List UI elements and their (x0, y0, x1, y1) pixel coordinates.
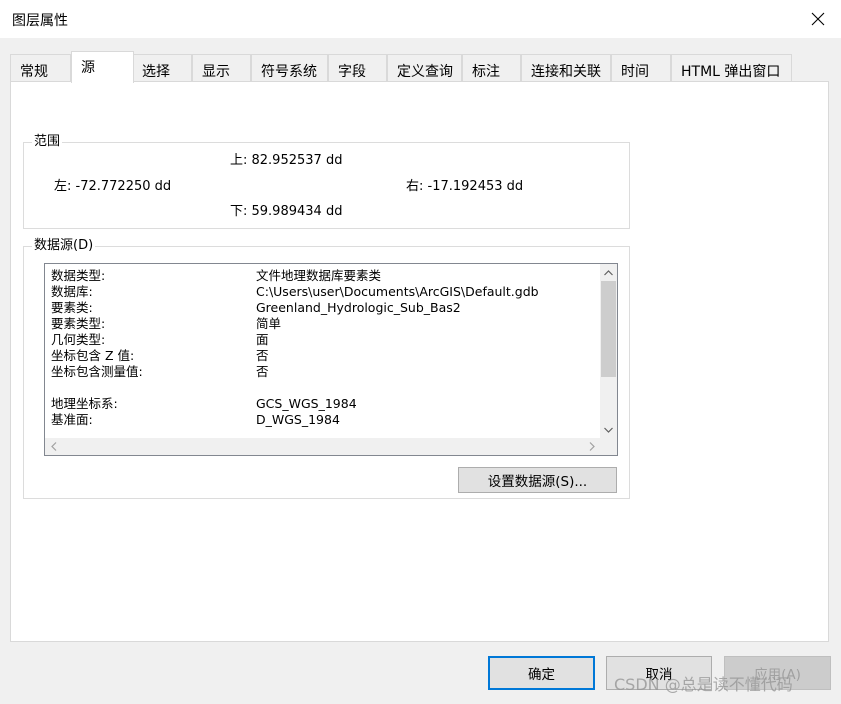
tab-labels[interactable]: 标注 (462, 54, 521, 82)
tab-label: 定义查询 (397, 64, 453, 80)
list-item-value: 否 (256, 348, 269, 363)
list-item-key: 数据库: (51, 284, 93, 299)
extent-group-title: 范围 (32, 134, 63, 150)
tab-display[interactable]: 显示 (192, 54, 251, 82)
list-item-value: GCS_WGS_1984 (256, 396, 357, 411)
tab-fields[interactable]: 字段 (328, 54, 387, 82)
tab-joins-relates[interactable]: 连接和关联 (521, 54, 611, 82)
list-item-value: 面 (256, 332, 269, 347)
tab-label: 字段 (338, 64, 366, 80)
extent-right-label: 右: -17.192453 dd (406, 179, 524, 194)
chevron-left-icon (50, 442, 56, 451)
tab-symbology[interactable]: 符号系统 (251, 54, 328, 82)
tab-label: HTML 弹出窗口 (681, 64, 781, 80)
window-title: 图层属性 (12, 13, 68, 29)
scroll-up-arrow[interactable] (600, 264, 617, 281)
tab-source[interactable]: 源 (71, 51, 134, 83)
scroll-down-arrow[interactable] (600, 421, 617, 438)
tab-panel-source: 范围 上: 82.952537 dd 左: -72.772250 dd 右: -… (10, 81, 829, 642)
datasource-info-list[interactable]: 数据类型: 文件地理数据库要素类 数据库: C:\Users\user\Docume… (44, 263, 618, 456)
tab-label: 选择 (142, 64, 170, 80)
tab-label: 连接和关联 (531, 64, 601, 80)
set-data-source-button[interactable]: 设置数据源(S)... (458, 467, 617, 493)
list-item-value: Greenland_Hydrologic_Sub_Bas2 (256, 300, 461, 315)
list-item-key: 坐标包含 Z 值: (51, 348, 135, 363)
list-item-value: 简单 (256, 316, 282, 331)
tab-html-popup[interactable]: HTML 弹出窗口 (671, 54, 792, 82)
chevron-right-icon (589, 442, 595, 451)
chevron-up-icon (604, 269, 613, 275)
list-item-key: 坐标包含测量值: (51, 364, 143, 379)
extent-left-label: 左: -72.772250 dd (54, 179, 172, 194)
tab-label: 标注 (472, 64, 500, 80)
list-item-key: 几何类型: (51, 332, 106, 347)
tab-general[interactable]: 常规 (10, 54, 71, 82)
tab-label: 常规 (20, 64, 48, 80)
list-item-key: 基准面: (51, 412, 93, 427)
tab-definition-query[interactable]: 定义查询 (387, 54, 462, 82)
title-bar: 图层属性 (0, 0, 841, 38)
datasource-group-title: 数据源(D) (32, 238, 96, 254)
list-item-key: 要素类: (51, 300, 93, 315)
vertical-scrollbar[interactable] (600, 264, 617, 438)
list-item-value: 否 (256, 364, 269, 379)
scroll-right-arrow[interactable] (583, 438, 600, 455)
list-item-value: C:\Users\user\Documents\ArcGIS\Default.g… (256, 284, 539, 299)
tab-label: 显示 (202, 64, 230, 80)
list-item-key: 数据类型: (51, 268, 106, 283)
list-item-value: D_WGS_1984 (256, 412, 340, 427)
extent-bottom-label: 下: 59.989434 dd (230, 204, 343, 219)
tab-time[interactable]: 时间 (611, 54, 671, 82)
close-button[interactable] (795, 0, 841, 38)
list-item-key: 地理坐标系: (51, 396, 118, 411)
csdn-watermark: CSDN @总是读不懂代码 (614, 675, 793, 694)
close-icon (811, 12, 825, 26)
chevron-down-icon (604, 427, 613, 433)
list-item-key: 要素类型: (51, 316, 106, 331)
extent-top-label: 上: 82.952537 dd (230, 153, 343, 168)
tab-label: 符号系统 (261, 64, 317, 80)
ok-button[interactable]: 确定 (488, 656, 595, 690)
tab-label: 时间 (621, 64, 649, 80)
list-item-value: 文件地理数据库要素类 (256, 268, 382, 283)
horizontal-scrollbar[interactable] (45, 438, 617, 455)
tab-label: 源 (81, 60, 95, 76)
vertical-scroll-thumb[interactable] (601, 281, 616, 377)
tab-selection[interactable]: 选择 (132, 54, 192, 82)
scroll-left-arrow[interactable] (45, 438, 62, 455)
